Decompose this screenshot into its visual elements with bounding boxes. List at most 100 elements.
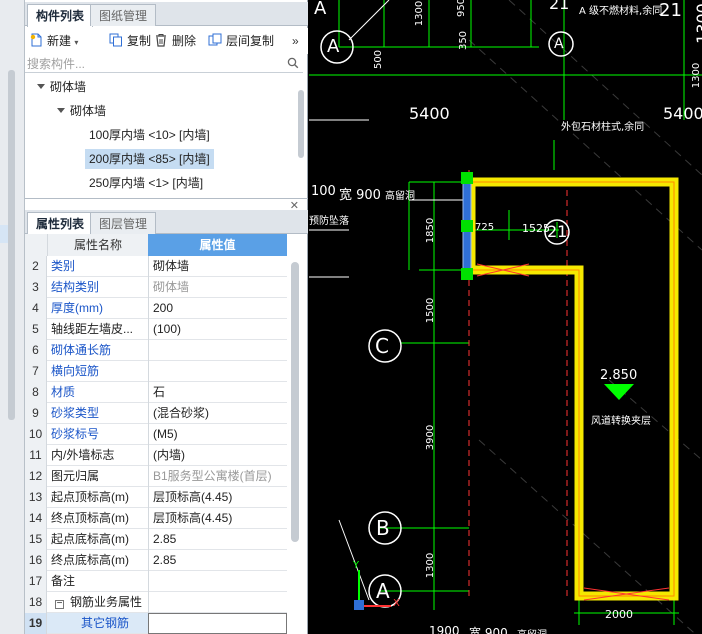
table-row[interactable]: 3 结构类别 砌体墙 [25, 277, 287, 298]
axis-label-21-top: 21 [549, 0, 570, 13]
axis-label-a-top: A [314, 0, 327, 19]
note-reserved-hole: 高留洞 [385, 191, 415, 202]
new-button[interactable]: 新建 ▾ [29, 32, 78, 50]
property-value[interactable]: 砌体墙 [148, 256, 287, 277]
property-value[interactable] [148, 340, 287, 361]
dim-5400-left: 5400 [409, 104, 450, 123]
table-row[interactable]: 12 图元归属 B1服务型公寓楼(首层) [25, 466, 287, 487]
expand-arrow-icon[interactable] [37, 84, 45, 89]
tab-drawing-manager[interactable]: 图纸管理 [90, 4, 157, 26]
dim-725: 725 [475, 222, 495, 233]
toolbar-overflow-button[interactable]: » [292, 32, 299, 50]
cad-drawing-canvas[interactable]: A A A 21 21 21 C B A 1300 950 350 500 13… [309, 0, 702, 634]
row-number: 18 [25, 592, 47, 613]
property-value[interactable]: (M5) [148, 424, 287, 445]
selected-wall[interactable] [461, 172, 473, 280]
tree-child-masonry-wall[interactable]: 砌体墙 [57, 101, 106, 121]
table-row[interactable]: 6 砌体通长筋 [25, 340, 287, 361]
table-row[interactable]: 13 起点顶标高(m) 层顶标高(4.45) [25, 487, 287, 508]
property-name: 厚度(mm) [51, 301, 103, 315]
tree-item-200-wall[interactable]: 200厚内墙 <85> [内墙] [85, 149, 214, 169]
dim-1500: 1500 [425, 297, 437, 324]
left-dock-scrollbar[interactable] [8, 70, 15, 420]
tree-item-100-wall[interactable]: 100厚内墙 <10> [内墙] [89, 125, 210, 145]
column-header-name[interactable]: 属性名称 [47, 234, 148, 256]
table-row[interactable]: 8 材质 石 [25, 382, 287, 403]
chevron-down-icon[interactable]: ▾ [74, 38, 78, 47]
row-number-header [25, 234, 47, 256]
property-value[interactable]: (混合砂浆) [148, 403, 287, 424]
copy-label: 复制 [127, 34, 152, 48]
dim-1300-right-big: 1300 [692, 3, 702, 44]
search-icon[interactable] [287, 57, 299, 69]
property-value[interactable]: 200 [148, 298, 287, 319]
row-number: 12 [25, 466, 47, 487]
table-row[interactable]: 14 终点顶标高(m) 层顶标高(4.45) [25, 508, 287, 529]
row-number: 6 [25, 340, 47, 361]
property-value[interactable] [148, 361, 287, 382]
property-scrollbar[interactable] [291, 262, 299, 542]
property-name: 砌体通长筋 [51, 343, 112, 357]
delete-button[interactable]: 删除 [154, 32, 196, 50]
trash-icon [156, 34, 166, 47]
property-value[interactable]: 砌体墙 [148, 277, 287, 298]
property-value[interactable]: 层顶标高(4.45) [148, 508, 287, 529]
property-value[interactable]: (100) [148, 319, 287, 340]
property-value[interactable]: (内墙) [148, 445, 287, 466]
property-name: 终点顶标高(m) [51, 511, 129, 525]
row-number: 10 [25, 424, 47, 445]
property-value[interactable] [148, 592, 287, 613]
table-row[interactable]: 4 厚度(mm) 200 [25, 298, 287, 319]
dim-1300-right: 1300 [691, 62, 702, 89]
tab-layer-manager[interactable]: 图层管理 [90, 212, 157, 234]
tab-component-list[interactable]: 构件列表 [27, 4, 94, 27]
tree-item-250-wall[interactable]: 250厚内墙 <1> [内墙] [89, 173, 203, 193]
dim-1300-bottom: 1300 [425, 552, 437, 579]
axis-label-a-mid: A [327, 36, 340, 57]
property-name: 备注 [51, 574, 76, 588]
component-panel: 构件列表 图纸管理 新建 ▾ 复制 删除 层间复制 » 砌体墙 砌体墙 100厚… [25, 0, 308, 634]
dock-fragment [0, 225, 8, 243]
dim-2000: 2000 [605, 608, 633, 621]
table-row[interactable]: 5 轴线距左墙皮... (100) [25, 319, 287, 340]
table-row[interactable]: 11 内/外墙标志 (内墙) [25, 445, 287, 466]
property-name: 类别 [51, 259, 76, 273]
table-row[interactable]: 2 类别 砌体墙 [25, 256, 287, 277]
tree-scrollbar[interactable] [298, 90, 304, 158]
layer-copy-button[interactable]: 层间复制 [208, 32, 274, 50]
tab-property-list[interactable]: 属性列表 [27, 212, 94, 235]
expand-arrow-icon[interactable] [57, 108, 65, 113]
table-row[interactable]: 15 起点底标高(m) 2.85 [25, 529, 287, 550]
property-value[interactable]: 石 [148, 382, 287, 403]
table-row[interactable]: 16 终点底标高(m) 2.85 [25, 550, 287, 571]
collapse-icon[interactable]: − [55, 599, 64, 609]
layer-copy-label: 层间复制 [226, 34, 275, 48]
table-row[interactable]: 19 其它钢筋 [25, 613, 287, 634]
property-table-header: 属性名称 属性值 [25, 234, 287, 256]
table-row[interactable]: 7 横向短筋 [25, 361, 287, 382]
property-name: 终点底标高(m) [51, 553, 129, 567]
left-dock-strip [0, 0, 25, 634]
axis-lines [309, 0, 702, 625]
delete-label: 删除 [172, 34, 197, 48]
masonry-wall[interactable] [466, 177, 679, 601]
property-value-editor[interactable] [148, 613, 287, 634]
dim-5400-right: 5400 [663, 104, 702, 123]
copy-button[interactable]: 复制 [109, 32, 151, 50]
property-value[interactable]: 2.85 [148, 529, 287, 550]
search-input[interactable] [27, 55, 282, 72]
property-value[interactable] [148, 571, 287, 592]
property-value[interactable]: B1服务型公寓楼(首层) [148, 466, 287, 487]
column-header-value[interactable]: 属性值 [148, 234, 287, 256]
row-number: 9 [25, 403, 47, 424]
note-100: 100 [311, 184, 336, 199]
table-row[interactable]: 9 砂浆类型 (混合砂浆) [25, 403, 287, 424]
tree-root-masonry-wall[interactable]: 砌体墙 [37, 77, 86, 97]
table-row[interactable]: 10 砂浆标号 (M5) [25, 424, 287, 445]
property-value[interactable]: 层顶标高(4.45) [148, 487, 287, 508]
table-row[interactable]: 18− 钢筋业务属性 [25, 592, 287, 613]
dim-950: 950 [456, 0, 468, 18]
note-width-900: 宽 900 [339, 188, 381, 203]
table-row[interactable]: 17 备注 [25, 571, 287, 592]
property-value[interactable]: 2.85 [148, 550, 287, 571]
